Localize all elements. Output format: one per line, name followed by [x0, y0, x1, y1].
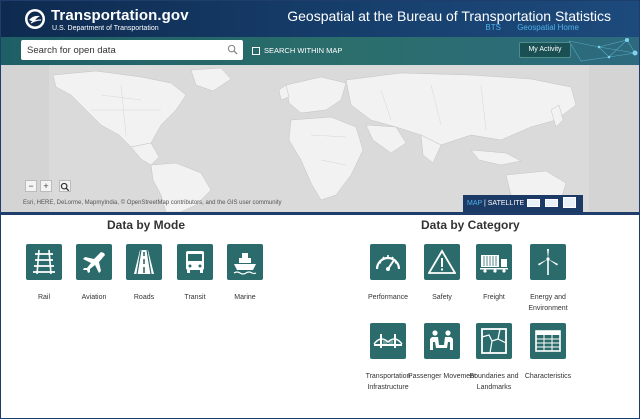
- category-tile-characteristics[interactable]: Characteristics: [513, 323, 583, 382]
- nav-link-geospatial-home[interactable]: Geospatial Home: [517, 23, 579, 32]
- basemap-thumb-1[interactable]: [527, 199, 540, 207]
- map-search-button[interactable]: [59, 180, 71, 192]
- magnifier-icon: [60, 182, 70, 192]
- aviation-icon: [76, 244, 112, 280]
- basemap-thumb-2[interactable]: [545, 199, 558, 207]
- world-map[interactable]: − + Esri, HERE, DeLorme, MapmyIndia, © O…: [1, 65, 639, 212]
- tile-label: Characteristics: [524, 373, 572, 380]
- transit-icon: [177, 244, 213, 280]
- map-attribution: Esri, HERE, DeLorme, MapmyIndia, © OpenS…: [23, 200, 282, 206]
- safety-icon: [424, 244, 460, 280]
- mode-tile-marine[interactable]: Marine: [210, 244, 280, 303]
- category-tile-energy-environment[interactable]: Energy and Environment: [513, 244, 583, 314]
- freight-icon: [476, 244, 512, 280]
- nav-link-bts[interactable]: BTS: [485, 23, 501, 32]
- data-by-category-title: Data by Category: [421, 218, 520, 232]
- search-input[interactable]: [27, 42, 223, 58]
- map-divider: [1, 212, 639, 215]
- my-activity-button[interactable]: My Activity: [519, 42, 571, 58]
- search-within-map-toggle[interactable]: SEARCH WITHIN MAP: [252, 46, 342, 55]
- roads-icon: [126, 244, 162, 280]
- infrastructure-icon: [370, 323, 406, 359]
- basemap-map-option[interactable]: MAP: [467, 200, 482, 207]
- brand-title[interactable]: Transportation.gov: [51, 7, 189, 24]
- performance-icon: [370, 244, 406, 280]
- search-within-map-label: SEARCH WITHIN MAP: [264, 46, 343, 55]
- site-header: Transportation.gov U.S. Department of Tr…: [1, 1, 639, 37]
- zoom-out-button[interactable]: −: [25, 180, 37, 192]
- basemap-satellite-option[interactable]: SATELLITE: [488, 200, 524, 207]
- dot-seal-icon[interactable]: [25, 9, 45, 29]
- search-icon[interactable]: [227, 44, 238, 55]
- data-by-mode-title: Data by Mode: [107, 218, 186, 232]
- header-nav: BTS Geospatial Home: [471, 23, 579, 32]
- zoom-in-button[interactable]: +: [40, 180, 52, 192]
- tile-label: Energy and Environment: [528, 294, 568, 312]
- tile-label: Marine: [234, 294, 256, 301]
- characteristics-icon: [530, 323, 566, 359]
- search-within-map-checkbox[interactable]: [252, 46, 260, 55]
- page: Transportation.gov U.S. Department of Tr…: [0, 0, 640, 419]
- basemap-switcher: MAP | SATELLITE: [463, 195, 583, 212]
- basemap-labels: MAP | SATELLITE: [467, 200, 524, 207]
- boundaries-icon: [476, 323, 512, 359]
- marine-icon: [227, 244, 263, 280]
- world-map-basemap: [1, 65, 639, 212]
- energy-icon: [530, 244, 566, 280]
- passenger-icon: [424, 323, 460, 359]
- search-box: [21, 40, 243, 60]
- rail-icon: [26, 244, 62, 280]
- site-title: Geospatial at the Bureau of Transportati…: [287, 8, 611, 24]
- brand-subtitle: U.S. Department of Transportation: [52, 25, 159, 32]
- search-bar: SEARCH WITHIN MAP My Activity: [1, 37, 639, 65]
- basemap-thumb-3[interactable]: [563, 197, 576, 208]
